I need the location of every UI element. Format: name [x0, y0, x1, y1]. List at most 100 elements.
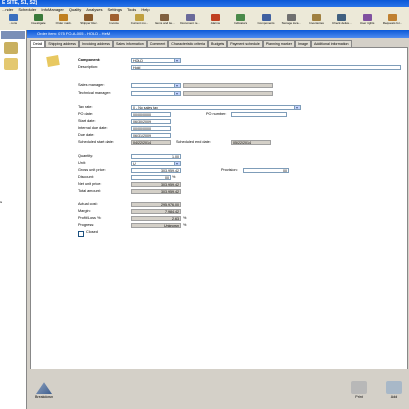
toolbar-button-6[interactable]: Items and ite... [154, 14, 176, 29]
margin-label: Margin: [78, 209, 91, 213]
tab-2[interactable]: Invoicing address [78, 40, 113, 47]
toolbar-button-14[interactable]: User rights [356, 14, 378, 29]
tax-rate-label: Tax rate: [78, 105, 93, 109]
toolbar-button-13[interactable]: Check delive... [331, 14, 353, 29]
quantity-field[interactable]: 1.00 [131, 154, 181, 159]
technical-manager-field[interactable] [131, 91, 181, 96]
toolbar-button-15[interactable]: Requests for... [382, 14, 404, 29]
description-label: Description: [78, 65, 99, 69]
chevron-down-icon[interactable] [174, 84, 180, 87]
toolbar-label: Investigate [31, 21, 46, 25]
due-date-label: Due date: [78, 133, 95, 137]
toolbar-button-9[interactable]: Indicators [230, 14, 252, 29]
sales-manager-field[interactable] [131, 83, 181, 88]
toolbar-icon [210, 14, 220, 21]
margin-field: 7,984.42 [131, 209, 181, 214]
order-item-window: Order item: 075 FO-A-005 - HOLD - HeM De… [27, 30, 409, 409]
chevron-down-icon[interactable] [174, 162, 180, 165]
toolbar-button-5[interactable]: Current mo... [129, 14, 151, 29]
toolbar-label: Requests for... [382, 21, 403, 25]
document-title-bar: Order item: 075 FO-A-005 - HOLD - HeM [27, 30, 409, 38]
tab-3[interactable]: Sales information [112, 40, 147, 47]
tab-7[interactable]: Payment schedule [227, 40, 263, 47]
sales-manager-label: Sales manager: [78, 83, 105, 87]
app-title: E SITE, S1, S2) [2, 0, 38, 6]
internal-due-date-label: Internal due date: [78, 126, 108, 130]
scheduled-end-field: 05/22/2014 [231, 140, 271, 145]
unit-label: Unit: [78, 161, 86, 165]
nav-text: is [0, 200, 3, 204]
tab-1[interactable]: Shipping address [45, 40, 79, 47]
tab-5[interactable]: Characteristic criteria [168, 40, 209, 47]
notes-icon[interactable] [4, 58, 18, 70]
toolbar-button-4[interactable]: Invoice [103, 14, 125, 29]
toolbar-button-11[interactable]: Storage loca... [280, 14, 302, 29]
provision-label: Provision: [221, 168, 238, 172]
detail-panel: Component: HOLD Description: Hold Sales … [30, 47, 408, 401]
unit-field[interactable]: U [131, 161, 181, 166]
toolbar-label: Components [257, 21, 275, 25]
profit-loss-label: Profit/Loss %: [78, 216, 102, 220]
scheduled-end-label: Scheduled end date: [176, 140, 211, 144]
toolbar-button-3[interactable]: Shipper Rec. [78, 14, 100, 29]
tab-6[interactable]: Budgets [208, 40, 228, 47]
toolbar-icon [362, 14, 372, 21]
toolbar-button-10[interactable]: Components [255, 14, 277, 29]
po-date-field[interactable]: 00/00/0000 [131, 112, 171, 117]
provision-field[interactable]: 00 [243, 168, 289, 173]
toolbar-label: Document re... [180, 21, 200, 25]
folder-icon[interactable] [4, 42, 18, 54]
breakdown-button[interactable]: Breakdown [32, 379, 56, 405]
quantity-label: Quantity: [78, 154, 94, 158]
tab-4[interactable]: Comment [146, 40, 169, 47]
toolbar-button-7[interactable]: Document re... [179, 14, 201, 29]
toolbar-button-12[interactable]: Inventories [306, 14, 328, 29]
net-unit-price-field: 303,959.42 [131, 182, 181, 187]
toolbar-icon [185, 14, 195, 21]
toolbar-button-0[interactable]: ...ions [2, 14, 24, 29]
tab-0[interactable]: Detail [30, 40, 46, 47]
add-label: Add [390, 395, 398, 399]
internal-due-date-field[interactable]: 00/00/0000 [131, 126, 171, 131]
toolbar-button-2[interactable]: Order mark. [53, 14, 75, 29]
progress-field: Unknown [131, 223, 181, 228]
tab-9[interactable]: Image [294, 40, 311, 47]
tab-8[interactable]: Planning marker [262, 40, 295, 47]
gross-unit-price-label: Gross unit price: [78, 168, 106, 172]
description-field[interactable]: Hold [131, 65, 401, 70]
toolbar-icon [109, 14, 119, 21]
progress-percent: % [183, 223, 187, 227]
discount-percent: % [172, 175, 176, 179]
toolbar-label: Items and ite... [154, 21, 175, 25]
discount-label: Discount: [78, 175, 94, 179]
toolbar-label: Order mark. [55, 21, 72, 25]
scheduled-start-field: 04/22/2014 [131, 140, 171, 145]
discount-field[interactable]: 00 [131, 175, 171, 180]
component-label: Component: [78, 58, 101, 62]
tax-rate-value: 0 - No sales tax [133, 106, 158, 110]
toolbar-button-1[interactable]: Investigate [27, 14, 49, 29]
profit-loss-field: 2.63 [131, 216, 181, 221]
component-field[interactable]: HOLD [131, 58, 181, 63]
due-date-field[interactable]: 06/31/2009 [131, 133, 171, 138]
tax-rate-field[interactable]: 0 - No sales tax [131, 105, 301, 110]
closed-checkbox[interactable] [78, 231, 84, 237]
toolbar-button-8[interactable]: Alarms [204, 14, 226, 29]
breakdown-icon [36, 382, 52, 394]
toolbar-icon [33, 14, 43, 21]
start-date-field[interactable]: 06/30/2009 [131, 119, 171, 124]
print-button[interactable]: Print [347, 379, 371, 405]
nav-header [1, 31, 25, 39]
technical-manager-name [183, 91, 273, 96]
scheduled-start-label: Scheduled start date: [78, 140, 114, 144]
po-number-field[interactable] [231, 112, 287, 117]
tab-10[interactable]: Additional information [310, 40, 352, 47]
chevron-down-icon[interactable] [174, 92, 180, 95]
add-button[interactable]: Add [382, 379, 406, 405]
chevron-down-icon[interactable] [294, 106, 300, 109]
print-label: Print [355, 395, 363, 399]
toolbar-icon [8, 14, 18, 21]
bottom-action-bar: Breakdown Print Add [27, 369, 409, 409]
chevron-down-icon[interactable] [174, 59, 180, 62]
gross-unit-price-field[interactable]: 303,959.42 [131, 168, 181, 173]
